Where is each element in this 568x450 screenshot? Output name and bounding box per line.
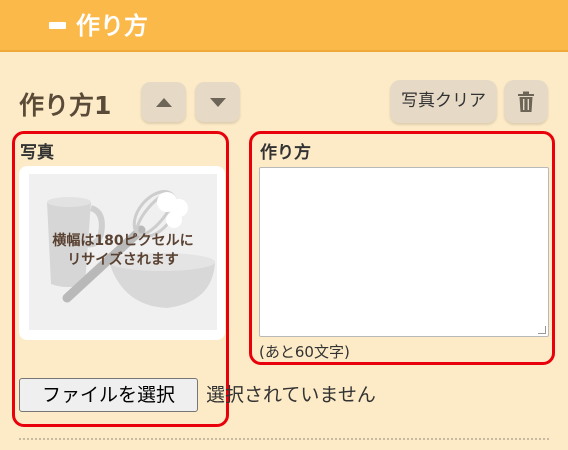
file-status-text: 選択されていません bbox=[206, 384, 376, 406]
photo-placeholder-line1: 横幅は180ピクセルに bbox=[52, 233, 194, 249]
instructions-textarea[interactable] bbox=[259, 167, 549, 337]
photo-placeholder: 横幅は180ピクセルに リサイズされます bbox=[29, 174, 217, 330]
move-down-button[interactable] bbox=[195, 82, 240, 122]
remaining-characters: (あと60文字) bbox=[259, 343, 350, 361]
photo-label: 写真 bbox=[20, 143, 54, 163]
divider bbox=[19, 438, 549, 440]
instructions-label: 作り方 bbox=[260, 143, 311, 163]
photo-placeholder-line2: リサイズされます bbox=[67, 252, 179, 268]
minus-icon bbox=[49, 22, 66, 29]
resize-handle-icon[interactable] bbox=[538, 326, 546, 334]
clear-photo-button[interactable]: 写真クリア bbox=[390, 80, 497, 123]
triangle-down-icon bbox=[209, 97, 226, 107]
trash-icon bbox=[518, 91, 534, 112]
triangle-up-icon bbox=[155, 97, 172, 107]
move-up-button[interactable] bbox=[141, 82, 186, 122]
photo-dropzone[interactable]: 横幅は180ピクセルに リサイズされます bbox=[19, 166, 225, 340]
step-title: 作り方1 bbox=[19, 91, 112, 120]
delete-step-button[interactable] bbox=[504, 80, 548, 123]
section-title: 作り方 bbox=[76, 12, 148, 40]
section-header[interactable]: 作り方 bbox=[0, 0, 568, 52]
photo-placeholder-text: 横幅は180ピクセルに リサイズされます bbox=[29, 232, 217, 270]
choose-file-button[interactable]: ファイルを選択 bbox=[19, 378, 198, 412]
